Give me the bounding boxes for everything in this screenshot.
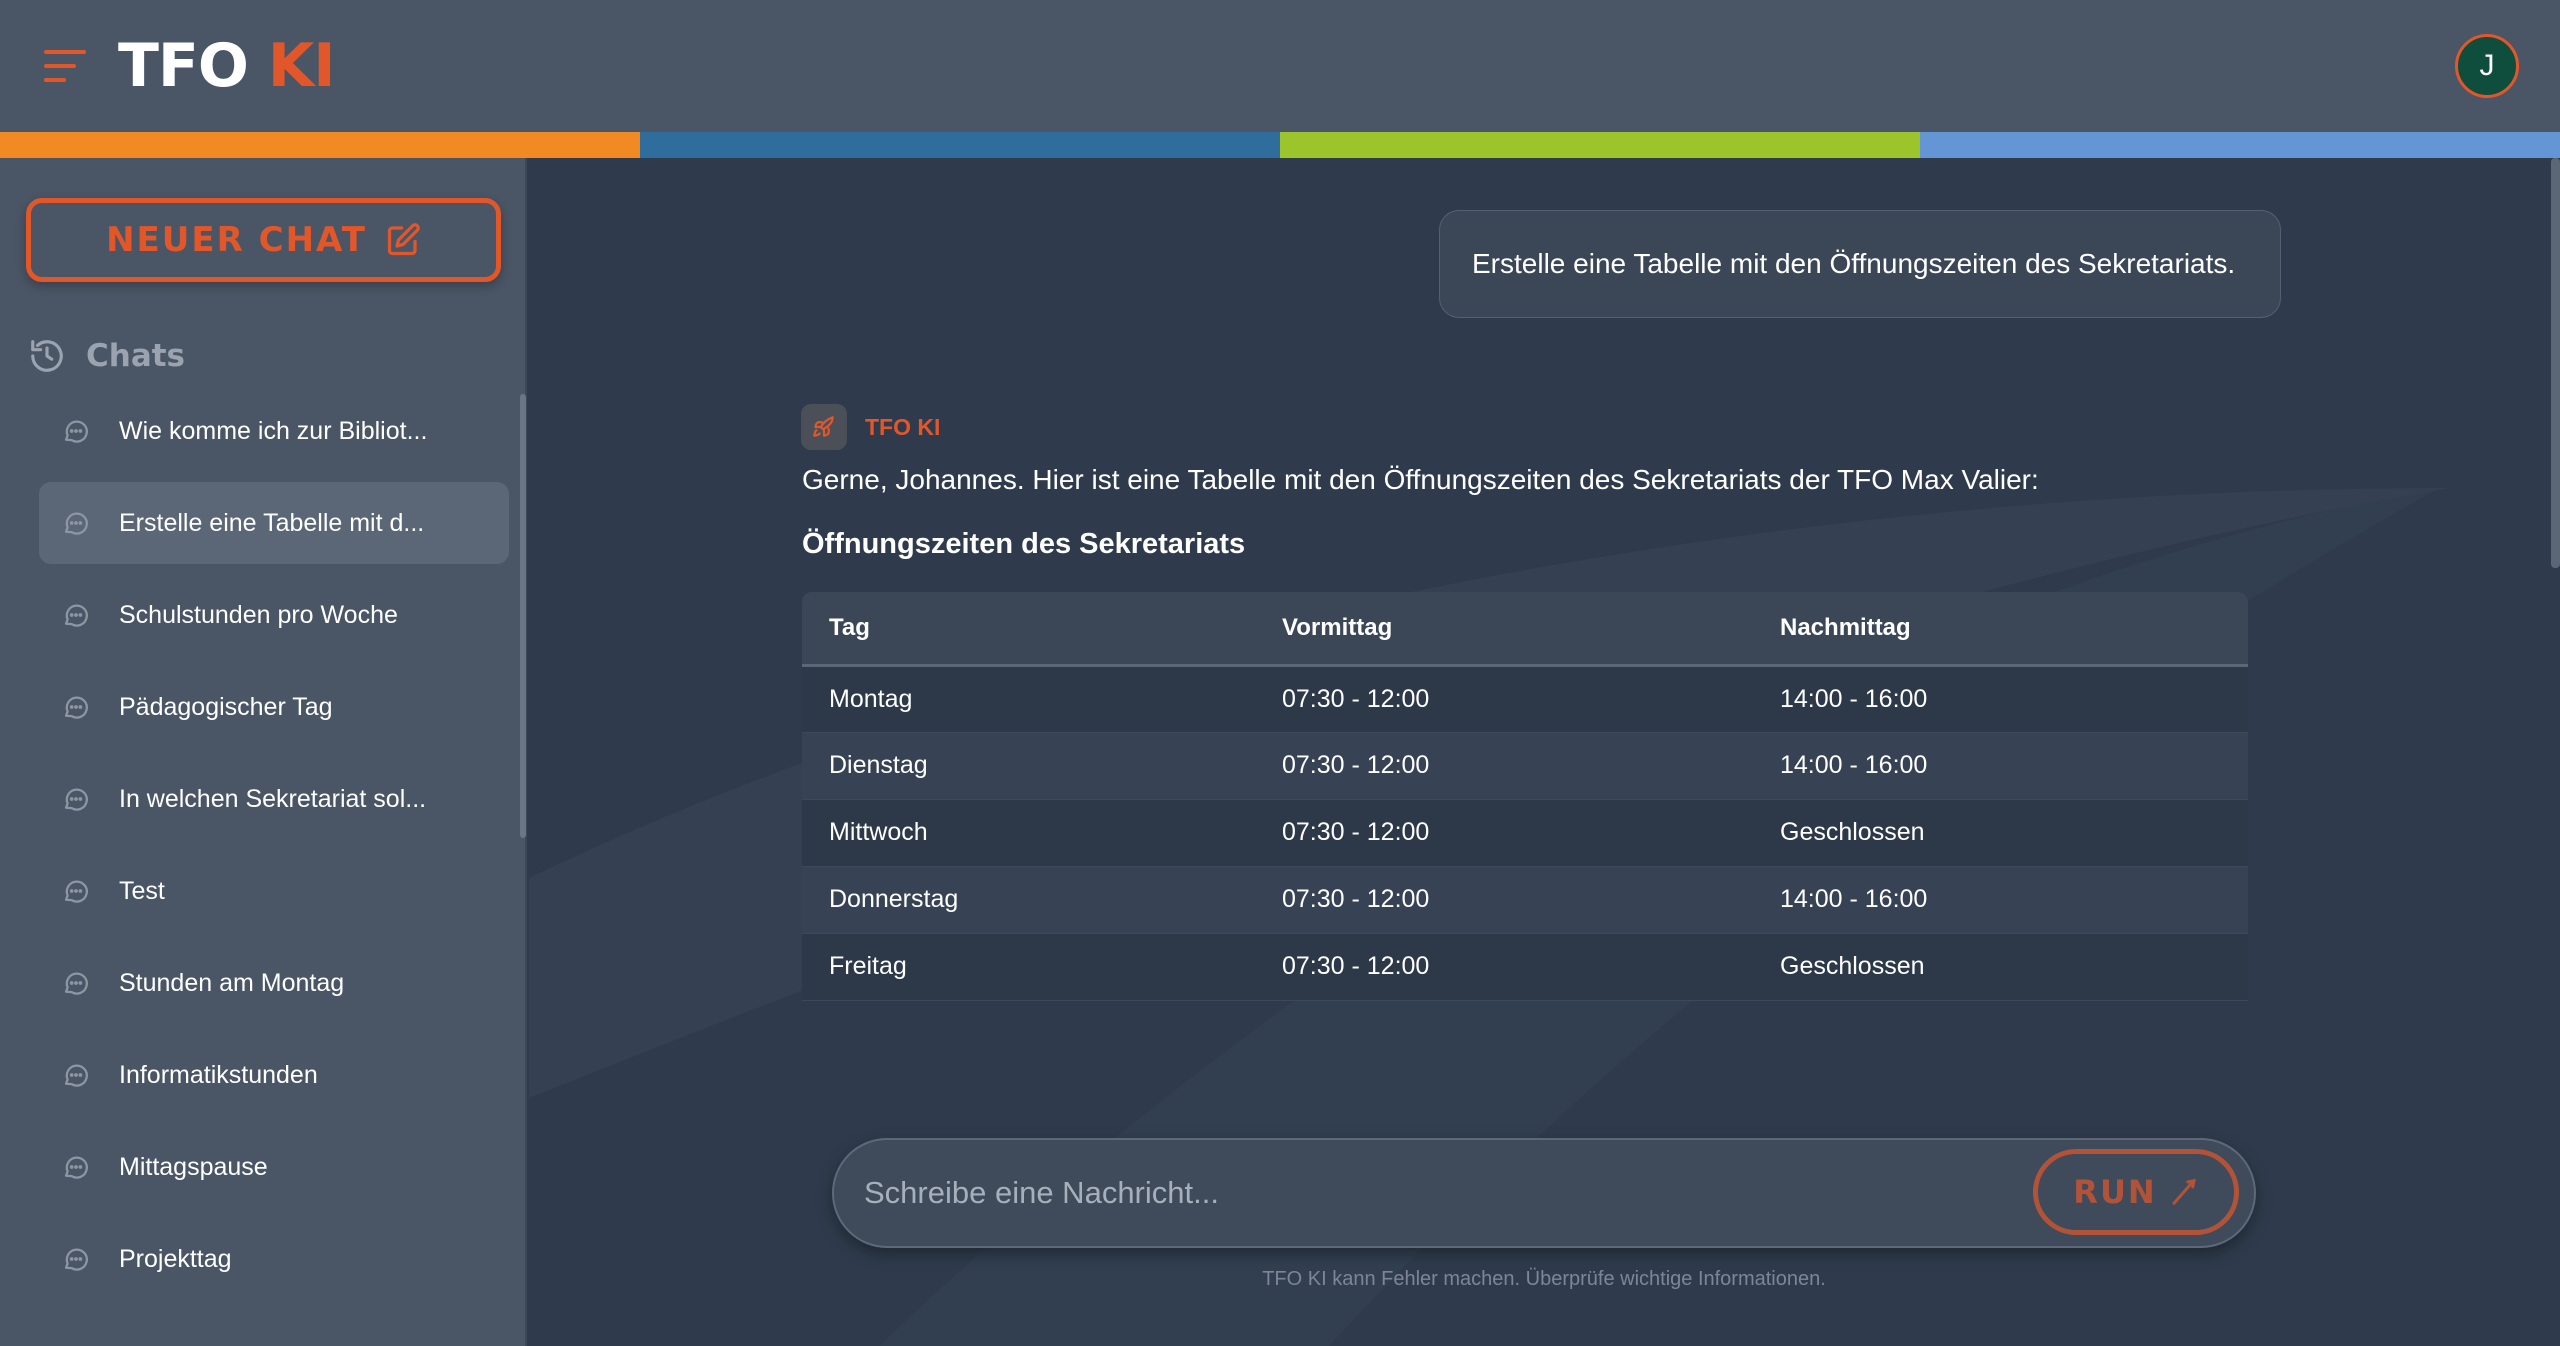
sidebar-chat-item[interactable]: Pädagogischer Tag bbox=[39, 666, 509, 748]
sidebar-chat-label: Schulstunden pro Woche bbox=[119, 600, 398, 629]
chats-heading: Chats bbox=[28, 334, 185, 378]
table-row: Donnerstag 07:30 - 12:00 14:00 - 16:00 bbox=[802, 866, 2248, 934]
sidebar-chat-label: In welchen Sekretariat sol... bbox=[119, 784, 427, 813]
sidebar-chat-item[interactable]: Schulstunden pro Woche bbox=[39, 574, 509, 656]
table-cell: Geschlossen bbox=[1753, 933, 2248, 1001]
new-chat-button[interactable]: NEUER CHAT bbox=[26, 198, 501, 282]
sidebar: NEUER CHAT Chats Wie komme ich zur Bibli… bbox=[0, 158, 527, 1346]
top-header: TFO KI J bbox=[0, 0, 2560, 132]
sidebar-chat-item[interactable]: Informatikstunden bbox=[39, 1034, 509, 1116]
message-input[interactable] bbox=[864, 1140, 2014, 1246]
table-cell: 07:30 - 12:00 bbox=[1255, 933, 1753, 1001]
table-header-row: Tag Vormittag Nachmittag bbox=[802, 592, 2248, 667]
edit-icon bbox=[387, 223, 420, 256]
sidebar-chat-item[interactable]: Stunden am Montag bbox=[39, 942, 509, 1024]
opening-hours-table: Tag Vormittag Nachmittag Montag 07:30 - 1… bbox=[802, 592, 2248, 1001]
stripe-blue bbox=[640, 132, 1280, 158]
chat-bubble-icon bbox=[64, 1064, 88, 1087]
table-header-cell: Vormittag bbox=[1255, 592, 1753, 667]
app-logo[interactable]: TFO KI bbox=[118, 30, 336, 102]
chat-bubble-icon bbox=[64, 604, 88, 627]
table-cell: Mittwoch bbox=[802, 799, 1255, 867]
run-button[interactable]: RUN bbox=[2033, 1149, 2239, 1235]
sidebar-chat-label: Test bbox=[119, 876, 165, 905]
message-composer: RUN bbox=[832, 1138, 2256, 1248]
chat-list: Wie komme ich zur Bibliot... Erstelle ein… bbox=[39, 390, 509, 1310]
sidebar-chat-label: Pädagogischer Tag bbox=[119, 692, 333, 721]
color-stripe bbox=[0, 132, 2560, 158]
run-label: RUN bbox=[2073, 1173, 2157, 1211]
table-row: Mittwoch 07:30 - 12:00 Geschlossen bbox=[802, 799, 2248, 867]
table-cell: 07:30 - 12:00 bbox=[1255, 866, 1753, 934]
sidebar-chat-item[interactable]: Projekttag bbox=[39, 1218, 509, 1300]
sidebar-chat-item[interactable]: In welchen Sekretariat sol... bbox=[39, 758, 509, 840]
stripe-light-blue bbox=[1920, 132, 2560, 158]
chat-bubble-icon bbox=[64, 1156, 88, 1179]
send-wand-icon bbox=[2172, 1178, 2196, 1205]
chat-bubble-icon bbox=[64, 880, 88, 903]
table-row: Dienstag 07:30 - 12:00 14:00 - 16:00 bbox=[802, 732, 2248, 800]
user-avatar[interactable]: J bbox=[2455, 34, 2519, 98]
table-cell: Geschlossen bbox=[1753, 799, 2248, 867]
bot-avatar bbox=[801, 404, 847, 450]
sidebar-chat-item[interactable]: Mittagspause bbox=[39, 1126, 509, 1208]
sidebar-chat-label: Mittagspause bbox=[119, 1152, 268, 1181]
rocket-icon bbox=[813, 416, 834, 437]
sidebar-chat-label: Informatikstunden bbox=[119, 1060, 318, 1089]
bot-name: TFO KI bbox=[865, 413, 941, 440]
history-icon bbox=[31, 340, 63, 372]
sidebar-chat-label: Wie komme ich zur Bibliot... bbox=[119, 416, 428, 445]
chat-bubble-icon bbox=[64, 1248, 88, 1271]
table-header-cell: Tag bbox=[802, 592, 1255, 667]
table-title: Öffnungszeiten des Sekretariats bbox=[802, 528, 1246, 560]
table-cell: Freitag bbox=[802, 933, 1255, 1001]
user-message: Erstelle eine Tabelle mit den Öffnungsze… bbox=[1439, 210, 2281, 318]
chat-main: Erstelle eine Tabelle mit den Öffnungsze… bbox=[529, 158, 2560, 1346]
chat-bubble-icon bbox=[64, 420, 88, 443]
table-cell: 14:00 - 16:00 bbox=[1753, 866, 2248, 934]
chat-bubble-icon bbox=[64, 512, 88, 535]
sidebar-chat-item[interactable]: Wie komme ich zur Bibliot... bbox=[39, 390, 509, 472]
chat-bubble-icon bbox=[64, 788, 88, 811]
bot-header: TFO KI bbox=[801, 404, 940, 450]
logo-text-ki: KI bbox=[247, 31, 336, 101]
table-cell: 07:30 - 12:00 bbox=[1255, 732, 1753, 800]
table-cell: Montag bbox=[802, 665, 1255, 733]
user-message-text: Erstelle eine Tabelle mit den Öffnungsze… bbox=[1472, 248, 2236, 279]
logo-text-tfo: TFO bbox=[118, 31, 249, 101]
sidebar-chat-item[interactable]: Erstelle eine Tabelle mit d... bbox=[39, 482, 509, 564]
sidebar-chat-item[interactable]: Test bbox=[39, 850, 509, 932]
chats-heading-label: Chats bbox=[86, 338, 186, 374]
table-header-cell: Nachmittag bbox=[1753, 592, 2248, 667]
menu-icon[interactable] bbox=[44, 50, 86, 82]
sidebar-chat-label: Projekttag bbox=[119, 1244, 232, 1273]
chat-bubble-icon bbox=[64, 696, 88, 719]
new-chat-label: NEUER CHAT bbox=[106, 220, 367, 260]
table-cell: 14:00 - 16:00 bbox=[1753, 732, 2248, 800]
table-cell: 07:30 - 12:00 bbox=[1255, 799, 1753, 867]
sidebar-chat-label: Erstelle eine Tabelle mit d... bbox=[119, 508, 425, 537]
table-cell: Donnerstag bbox=[802, 866, 1255, 934]
table-row: Montag 07:30 - 12:00 14:00 - 16:00 bbox=[802, 665, 2248, 733]
main-scrollbar[interactable] bbox=[2551, 158, 2560, 568]
table-row: Freitag 07:30 - 12:00 Geschlossen bbox=[802, 933, 2248, 1001]
sidebar-scrollbar[interactable] bbox=[520, 394, 526, 838]
table-cell: 14:00 - 16:00 bbox=[1753, 665, 2248, 733]
bot-intro-text: Gerne, Johannes. Hier ist eine Tabelle m… bbox=[802, 464, 2039, 495]
disclaimer-text: TFO KI kann Fehler machen. Überprüfe wic… bbox=[1262, 1268, 1826, 1290]
sidebar-chat-label: Stunden am Montag bbox=[119, 968, 345, 997]
stripe-orange bbox=[0, 132, 640, 158]
table-cell: Dienstag bbox=[802, 732, 1255, 800]
chat-bubble-icon bbox=[64, 972, 88, 995]
stripe-green bbox=[1280, 132, 1920, 158]
table-cell: 07:30 - 12:00 bbox=[1255, 665, 1753, 733]
